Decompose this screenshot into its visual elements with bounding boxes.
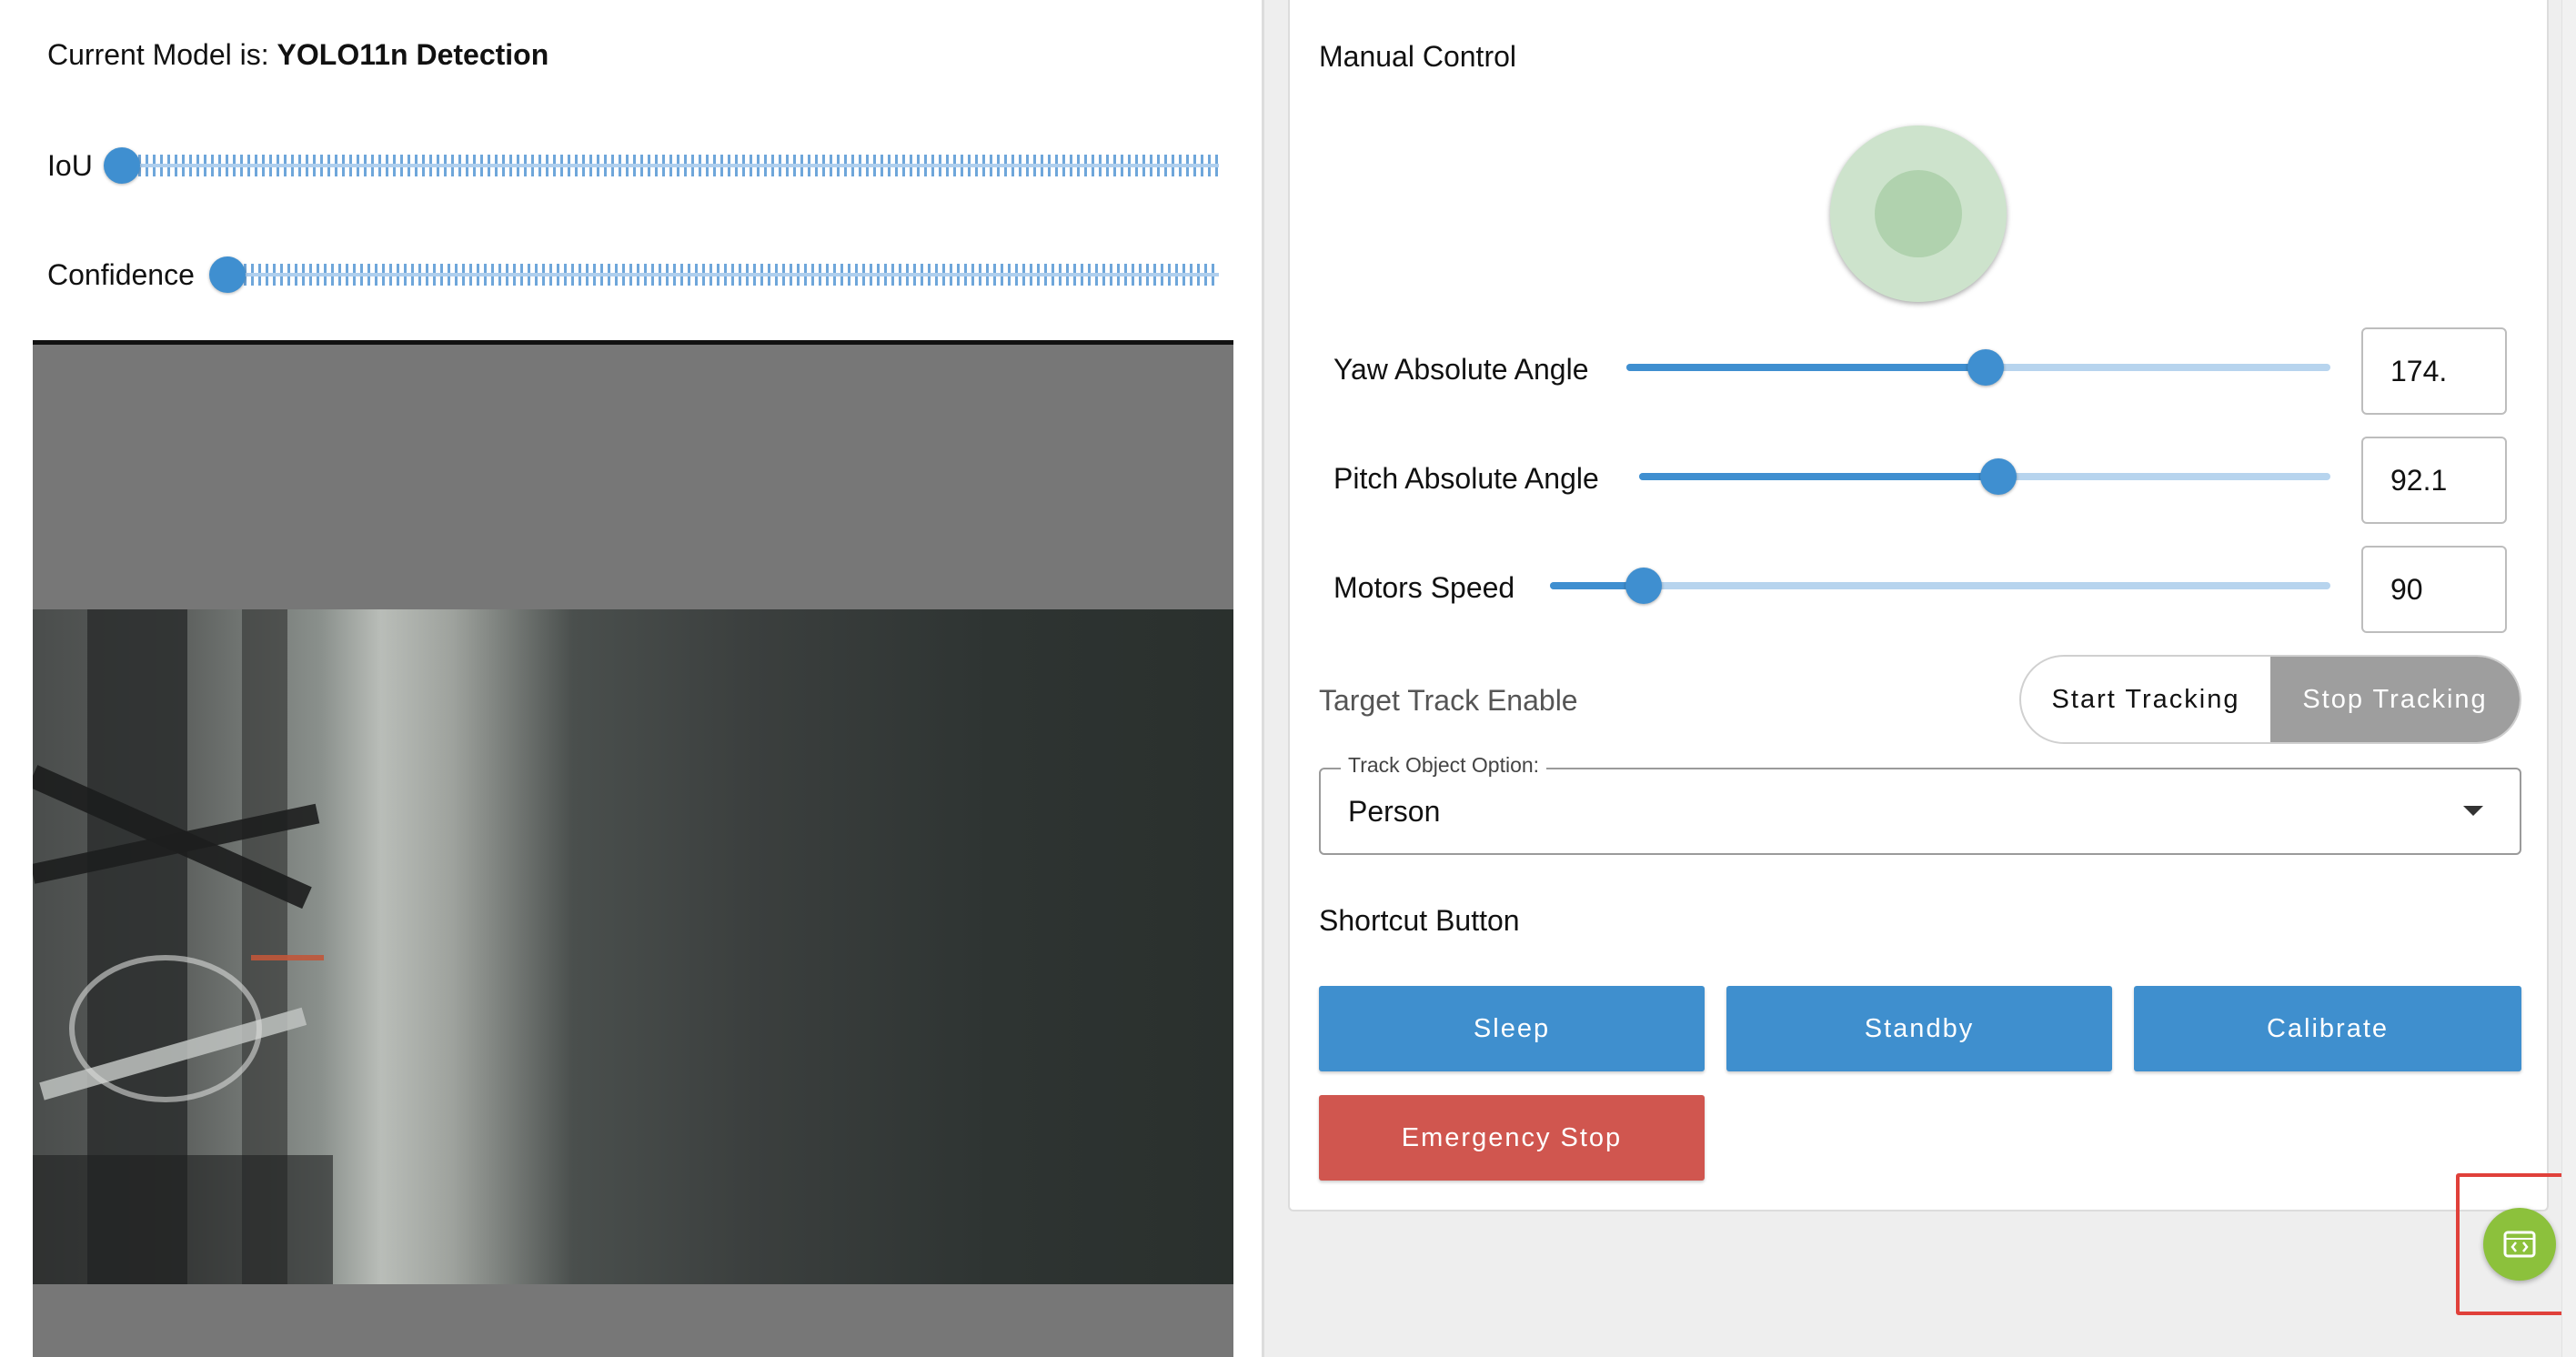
emergency-stop-button[interactable]: Emergency Stop: [1319, 1095, 1705, 1181]
shortcut-title: Shortcut Button: [1319, 904, 1520, 937]
motors-speed-input[interactable]: 90: [2361, 546, 2507, 633]
yaw-slider-fill: [1626, 364, 1986, 371]
motors-speed-slider-track: [1550, 582, 2330, 589]
tracking-toggle-group: Start Tracking Stop Tracking: [2019, 655, 2521, 744]
pitch-slider-thumb[interactable]: [1980, 458, 2017, 495]
joystick-handle[interactable]: [1875, 170, 1962, 257]
stop-tracking-button[interactable]: Stop Tracking: [2270, 657, 2520, 742]
camera-image: [33, 609, 1233, 1284]
standby-button[interactable]: Standby: [1726, 986, 2112, 1071]
iou-slider-thumb[interactable]: [104, 147, 140, 184]
iou-label: IoU: [47, 149, 93, 182]
confidence-slider-thumb[interactable]: [209, 256, 246, 293]
yaw-slider-thumb[interactable]: [1967, 349, 2004, 386]
motors-speed-slider-thumb[interactable]: [1625, 568, 1662, 604]
pitch-label: Pitch Absolute Angle: [1333, 462, 1599, 495]
target-track-label: Target Track Enable: [1319, 684, 1578, 717]
confidence-slider[interactable]: [209, 256, 1219, 293]
track-object-value: Person: [1348, 795, 1441, 828]
iou-slider-track: [138, 155, 1219, 176]
code-window-button[interactable]: [2483, 1208, 2556, 1281]
yaw-value-input[interactable]: 174.: [2361, 327, 2507, 415]
pitch-value-input[interactable]: 92.1: [2361, 437, 2507, 524]
model-name: YOLO11n Detection: [277, 38, 549, 71]
current-model-text: Current Model is: YOLO11n Detection: [47, 38, 548, 72]
track-object-select[interactable]: [1319, 768, 2521, 855]
pitch-slider[interactable]: [1639, 458, 2330, 495]
pitch-slider-fill: [1639, 473, 1998, 480]
yaw-label: Yaw Absolute Angle: [1333, 353, 1589, 386]
confidence-slider-track: [244, 264, 1219, 286]
calibrate-button[interactable]: Calibrate: [2134, 986, 2521, 1071]
motors-speed-slider[interactable]: [1550, 568, 2330, 604]
yaw-slider[interactable]: [1626, 349, 2330, 386]
track-object-legend: Track Object Option:: [1341, 753, 1547, 778]
code-window-icon: [2503, 1231, 2536, 1258]
manual-control-title: Manual Control: [1319, 40, 1516, 73]
model-prefix: Current Model is:: [47, 38, 277, 71]
iou-slider[interactable]: [104, 147, 1219, 184]
dropdown-arrow-icon[interactable]: [2463, 806, 2483, 816]
confidence-label: Confidence: [47, 258, 195, 291]
sleep-button[interactable]: Sleep: [1319, 986, 1705, 1071]
motors-speed-label: Motors Speed: [1333, 571, 1515, 604]
page-scrollbar[interactable]: [2561, 0, 2576, 1357]
start-tracking-button[interactable]: Start Tracking: [2021, 657, 2270, 742]
